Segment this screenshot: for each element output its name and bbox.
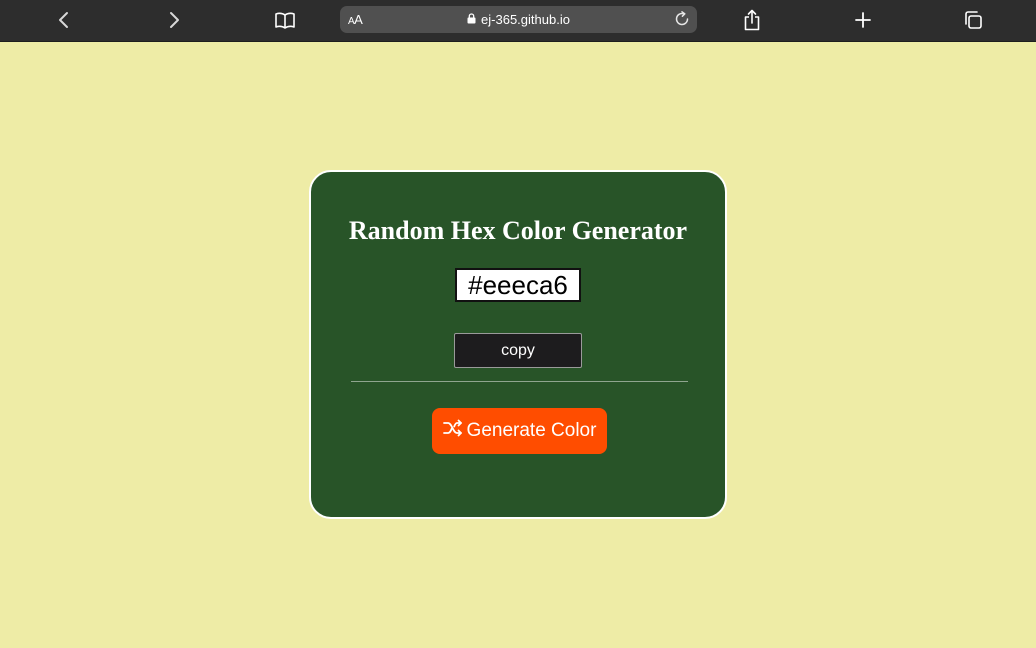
new-tab-button[interactable] — [851, 8, 875, 32]
browser-toolbar: AA ej-365.github.io — [0, 0, 1036, 42]
bookmarks-button[interactable] — [273, 8, 297, 32]
shuffle-icon — [442, 419, 463, 443]
tabs-overview-button[interactable] — [961, 8, 985, 32]
book-icon — [275, 12, 295, 29]
hex-color-display: #eeeca6 — [455, 268, 581, 302]
reload-icon — [675, 11, 689, 26]
share-button[interactable] — [740, 8, 764, 32]
chevron-left-icon — [59, 12, 68, 28]
address-bar[interactable]: AA ej-365.github.io — [340, 6, 697, 33]
copy-button[interactable]: copy — [454, 333, 582, 368]
page-title: Random Hex Color Generator — [348, 216, 688, 245]
chevron-right-icon — [170, 12, 179, 28]
color-generator-card: Random Hex Color Generator #eeeca6 copy … — [309, 170, 727, 519]
tabs-icon — [965, 11, 982, 29]
divider — [351, 381, 688, 382]
forward-button[interactable] — [162, 8, 186, 32]
reader-text-size-button[interactable]: AA — [348, 12, 363, 27]
back-button[interactable] — [52, 8, 76, 32]
url-display: ej-365.github.io — [340, 6, 697, 33]
lock-icon — [467, 12, 476, 27]
plus-icon — [855, 12, 871, 28]
url-text: ej-365.github.io — [481, 12, 570, 27]
reload-button[interactable] — [672, 9, 692, 29]
share-icon — [744, 9, 760, 31]
generate-button-label: Generate Color — [466, 420, 597, 441]
generate-color-button[interactable]: Generate Color — [432, 408, 607, 454]
